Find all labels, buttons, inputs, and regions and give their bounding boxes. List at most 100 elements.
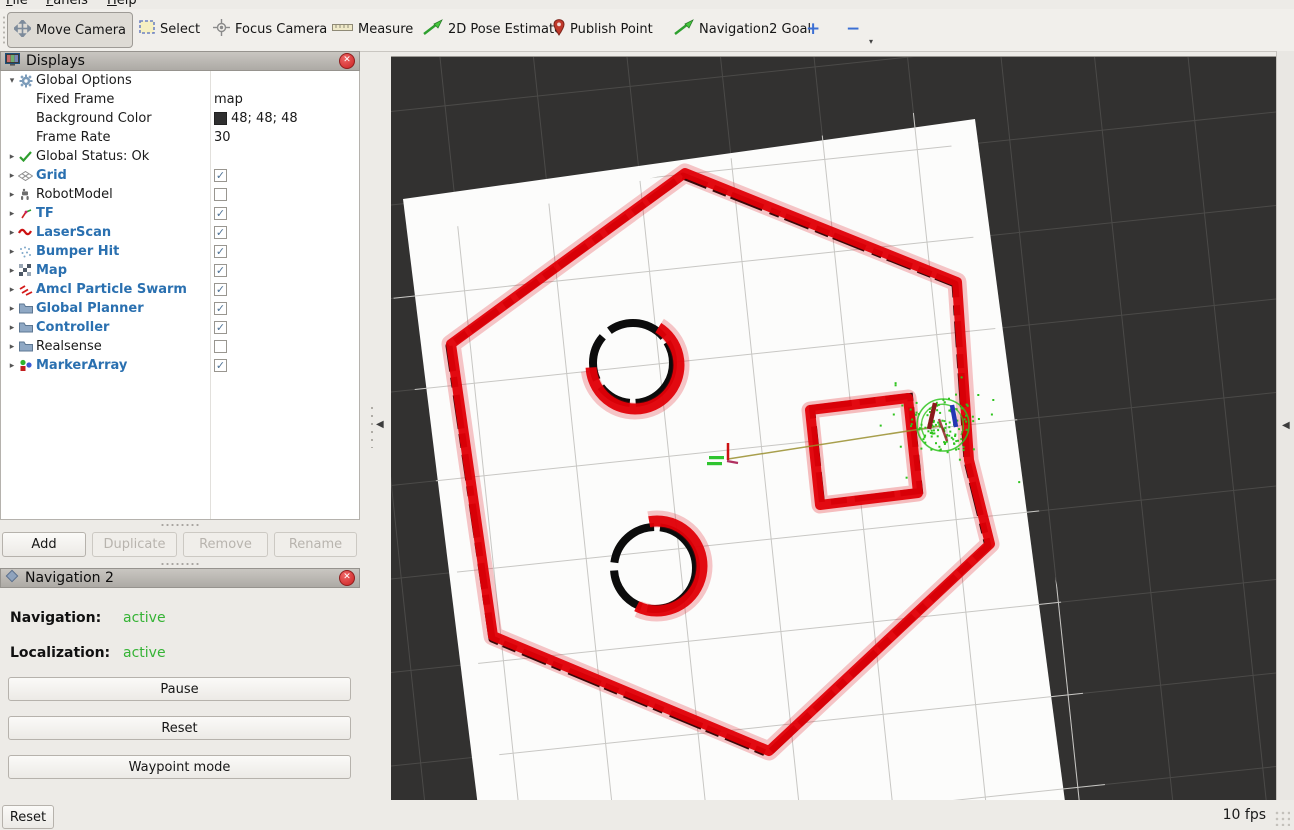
localization-label: Localization: [10, 645, 110, 661]
tf-checkbox[interactable]: ✓ [214, 207, 227, 220]
square-obstacle [810, 396, 920, 505]
tree-row-global-status[interactable]: ▸ Global Status: Ok [1, 147, 359, 166]
tree-row-global-options[interactable]: ▾ Global Options [1, 71, 359, 90]
tree-row-fixed-frame[interactable]: Fixed Frame map [1, 90, 359, 109]
menu-panels-rest: anels [53, 0, 88, 8]
nav2-goal-tool[interactable]: Navigation2 Goal [668, 12, 817, 46]
collapse-right-icon[interactable]: ◀ [1282, 420, 1290, 431]
pose-estimate-icon [423, 19, 443, 39]
bumper-hit-checkbox[interactable]: ✓ [214, 245, 227, 258]
marker-array-icon [17, 359, 34, 372]
right-panel-strip[interactable]: ◀ [1276, 51, 1294, 801]
tree-label: MarkerArray [36, 358, 127, 373]
amcl-checkbox[interactable]: ✓ [214, 283, 227, 296]
tree-row-controller[interactable]: ▸ Controller ✓ [1, 318, 359, 337]
focus-camera-tool[interactable]: Focus Camera [207, 12, 333, 46]
expander-right-icon[interactable]: ▸ [7, 247, 17, 257]
laserscan-checkbox[interactable]: ✓ [214, 226, 227, 239]
waypoint-mode-button[interactable]: Waypoint mode [8, 755, 351, 779]
expander-right-icon[interactable]: ▸ [7, 361, 17, 371]
controller-checkbox[interactable]: ✓ [214, 321, 227, 334]
tree-row-frame-rate[interactable]: Frame Rate 30 [1, 128, 359, 147]
folder-icon [17, 322, 34, 333]
grid-checkbox[interactable]: ✓ [214, 169, 227, 182]
tree-label: Global Planner [36, 301, 144, 316]
realsense-checkbox[interactable] [214, 340, 227, 353]
localization-status: Localization: active [10, 645, 110, 661]
navigation-value: active [123, 610, 166, 626]
nav2-goal-icon [674, 19, 694, 39]
toolbar-overflow-icon[interactable]: ▾ [869, 37, 873, 46]
expander-right-icon[interactable]: ▸ [7, 323, 17, 333]
menu-help[interactable]: Help [107, 0, 137, 8]
add-tool-button[interactable]: + [800, 12, 826, 46]
menu-file-rest: ile [13, 0, 28, 8]
nav-reset-button[interactable]: Reset [8, 716, 351, 740]
fps-counter: 10 fps [1223, 807, 1266, 823]
property-value[interactable]: 30 [214, 128, 231, 147]
pose-estimate-tool[interactable]: 2D Pose Estimate [417, 12, 568, 46]
tree-row-realsense[interactable]: ▸ Realsense [1, 337, 359, 356]
panel-resize-handle[interactable] [160, 523, 200, 527]
window-resize-grip[interactable] [1274, 810, 1290, 826]
tree-row-map[interactable]: ▸ Map ✓ [1, 261, 359, 280]
remove-display-button[interactable]: Remove [183, 532, 268, 557]
tree-row-amcl[interactable]: ▸ Amcl Particle Swarm ✓ [1, 280, 359, 299]
nav2-panel-header[interactable]: Navigation 2 ✕ [0, 568, 360, 588]
color-swatch [214, 112, 227, 125]
property-value[interactable]: map [214, 90, 243, 109]
rename-display-button[interactable]: Rename [274, 532, 357, 557]
tree-label: TF [36, 206, 54, 221]
tree-row-laserscan[interactable]: ▸ LaserScan ✓ [1, 223, 359, 242]
property-name: Fixed Frame [36, 92, 114, 107]
property-name: Background Color [36, 111, 152, 126]
expander-right-icon[interactable]: ▸ [7, 304, 17, 314]
expander-right-icon[interactable]: ▸ [7, 171, 17, 181]
expander-right-icon[interactable]: ▸ [7, 342, 17, 352]
tree-label: Global Options [36, 73, 132, 88]
robotmodel-checkbox[interactable] [214, 188, 227, 201]
tree-row-bumper-hit[interactable]: ▸ Bumper Hit ✓ [1, 242, 359, 261]
toolbar: Move Camera Select Focus Camera Measure … [0, 9, 1294, 52]
panel-resize-handle[interactable] [160, 562, 200, 566]
displays-close-button[interactable]: ✕ [339, 53, 355, 69]
tree-row-robotmodel[interactable]: ▸ RobotModel [1, 185, 359, 204]
global-planner-checkbox[interactable]: ✓ [214, 302, 227, 315]
tree-row-global-planner[interactable]: ▸ Global Planner ✓ [1, 299, 359, 318]
measure-tool[interactable]: Measure [326, 12, 419, 46]
scene-canvas [391, 57, 1276, 801]
tree-row-tf[interactable]: ▸ TF ✓ [1, 204, 359, 223]
duplicate-display-button[interactable]: Duplicate [92, 532, 177, 557]
add-display-button[interactable]: Add [2, 532, 86, 557]
menubar: File Panels Help [0, 0, 1294, 9]
property-name: Frame Rate [36, 130, 110, 145]
collapse-left-icon[interactable]: ◀ [376, 419, 384, 430]
remove-tool-button[interactable]: − [840, 12, 866, 46]
menu-panels[interactable]: Panels [46, 0, 88, 8]
expander-right-icon[interactable]: ▸ [7, 209, 17, 219]
expander-right-icon[interactable]: ▸ [7, 190, 17, 200]
expander-right-icon[interactable]: ▸ [7, 266, 17, 276]
time-reset-button[interactable]: Reset [2, 805, 54, 829]
menu-file[interactable]: File [6, 0, 28, 8]
select-icon [139, 20, 155, 38]
3d-viewport[interactable] [391, 56, 1276, 801]
publish-point-icon [553, 19, 565, 40]
select-tool[interactable]: Select [133, 12, 206, 46]
nav2-close-button[interactable]: ✕ [339, 570, 355, 586]
tree-row-markerarray[interactable]: ▸ MarkerArray ✓ [1, 356, 359, 375]
pause-button[interactable]: Pause [8, 677, 351, 701]
displays-panel-header[interactable]: Displays ✕ [0, 51, 360, 71]
expander-right-icon[interactable]: ▸ [7, 152, 17, 162]
expander-right-icon[interactable]: ▸ [7, 228, 17, 238]
expander-down-icon[interactable]: ▾ [7, 76, 17, 86]
splitter-handle[interactable] [370, 404, 374, 448]
publish-point-tool[interactable]: Publish Point [547, 12, 659, 46]
move-camera-tool[interactable]: Move Camera [7, 12, 133, 48]
tree-row-grid[interactable]: ▸ Grid ✓ [1, 166, 359, 185]
markerarray-checkbox[interactable]: ✓ [214, 359, 227, 372]
tree-row-background-color[interactable]: Background Color 48; 48; 48 [1, 109, 359, 128]
menu-help-rest: elp [117, 0, 137, 8]
expander-right-icon[interactable]: ▸ [7, 285, 17, 295]
map-checkbox[interactable]: ✓ [214, 264, 227, 277]
